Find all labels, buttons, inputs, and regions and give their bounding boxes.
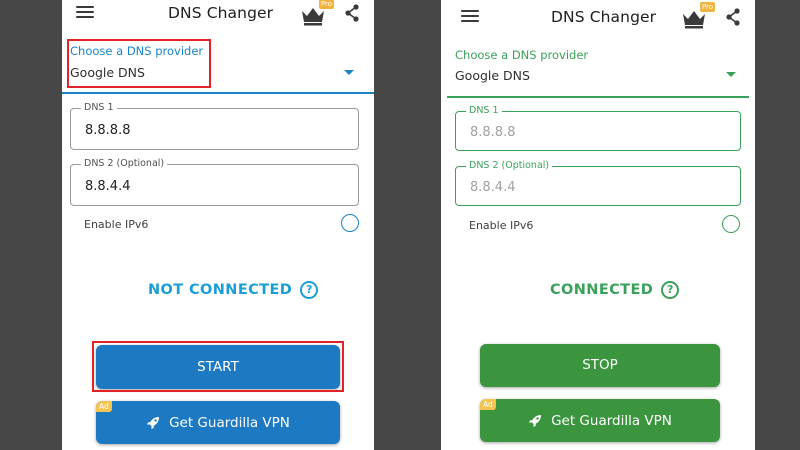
menu-icon[interactable] [461,9,481,24]
status-text: NOT CONNECTED [148,282,293,298]
dns1-value: 8.8.8.8 [470,125,516,140]
dns2-value: 8.8.4.4 [470,180,516,195]
rocket-icon [529,414,542,427]
provider-underline [447,96,749,98]
ipv6-label: Enable IPv6 [84,218,149,231]
dns2-field[interactable]: DNS 2 (Optional) 8.8.4.4 [70,158,359,206]
vpn-button-label: Get Guardilla VPN [169,414,290,431]
crown-icon[interactable]: Pro [300,0,334,26]
dns1-label: DNS 1 [466,105,502,116]
app-title: DNS Changer [168,4,274,22]
phone-screen-connected: DNS Changer Pro Choose a DNS provider Go… [441,0,755,450]
menu-icon[interactable] [76,5,96,20]
provider-label: Choose a DNS provider [455,48,589,62]
provider-underline [62,92,374,94]
pro-badge: Pro [318,0,334,9]
help-icon[interactable]: ? [300,281,319,299]
ipv6-radio[interactable] [722,215,740,233]
dropdown-arrow-icon[interactable] [726,72,736,77]
rocket-icon [147,416,160,429]
dns1-field[interactable]: DNS 1 8.8.8.8 [70,102,359,150]
dns1-label: DNS 1 [81,102,117,113]
app-bar: DNS Changer Pro [62,0,374,32]
vpn-button-label: Get Guardilla VPN [551,412,672,429]
share-icon[interactable] [725,8,741,26]
dns1-field[interactable]: DNS 1 8.8.8.8 [455,105,741,151]
dropdown-arrow-icon[interactable] [344,70,354,75]
dns2-label: DNS 2 (Optional) [466,160,553,171]
dns2-label: DNS 2 (Optional) [81,158,168,169]
connection-status: CONNECTED ? [550,281,680,299]
share-icon[interactable] [344,4,360,22]
vpn-button[interactable]: Ad Get Guardilla VPN [96,401,340,444]
provider-dropdown[interactable]: Google DNS [455,68,530,83]
pro-badge: Pro [699,2,715,12]
vpn-button[interactable]: Ad Get Guardilla VPN [480,399,720,442]
app-title: DNS Changer [551,8,657,26]
stop-button[interactable]: STOP [480,344,720,387]
crown-icon[interactable]: Pro [681,2,715,29]
status-text: CONNECTED [550,282,654,298]
ipv6-radio[interactable] [341,214,359,232]
highlight-provider-box [67,39,211,88]
connection-status: NOT CONNECTED ? [148,281,319,299]
highlight-start-box [92,341,344,392]
ipv6-label: Enable IPv6 [469,219,534,232]
dns2-value: 8.8.4.4 [85,179,131,194]
app-bar: DNS Changer Pro [441,0,755,32]
dns1-value: 8.8.8.8 [85,123,131,138]
dns2-field[interactable]: DNS 2 (Optional) 8.8.4.4 [455,160,741,206]
help-icon[interactable]: ? [661,281,680,299]
